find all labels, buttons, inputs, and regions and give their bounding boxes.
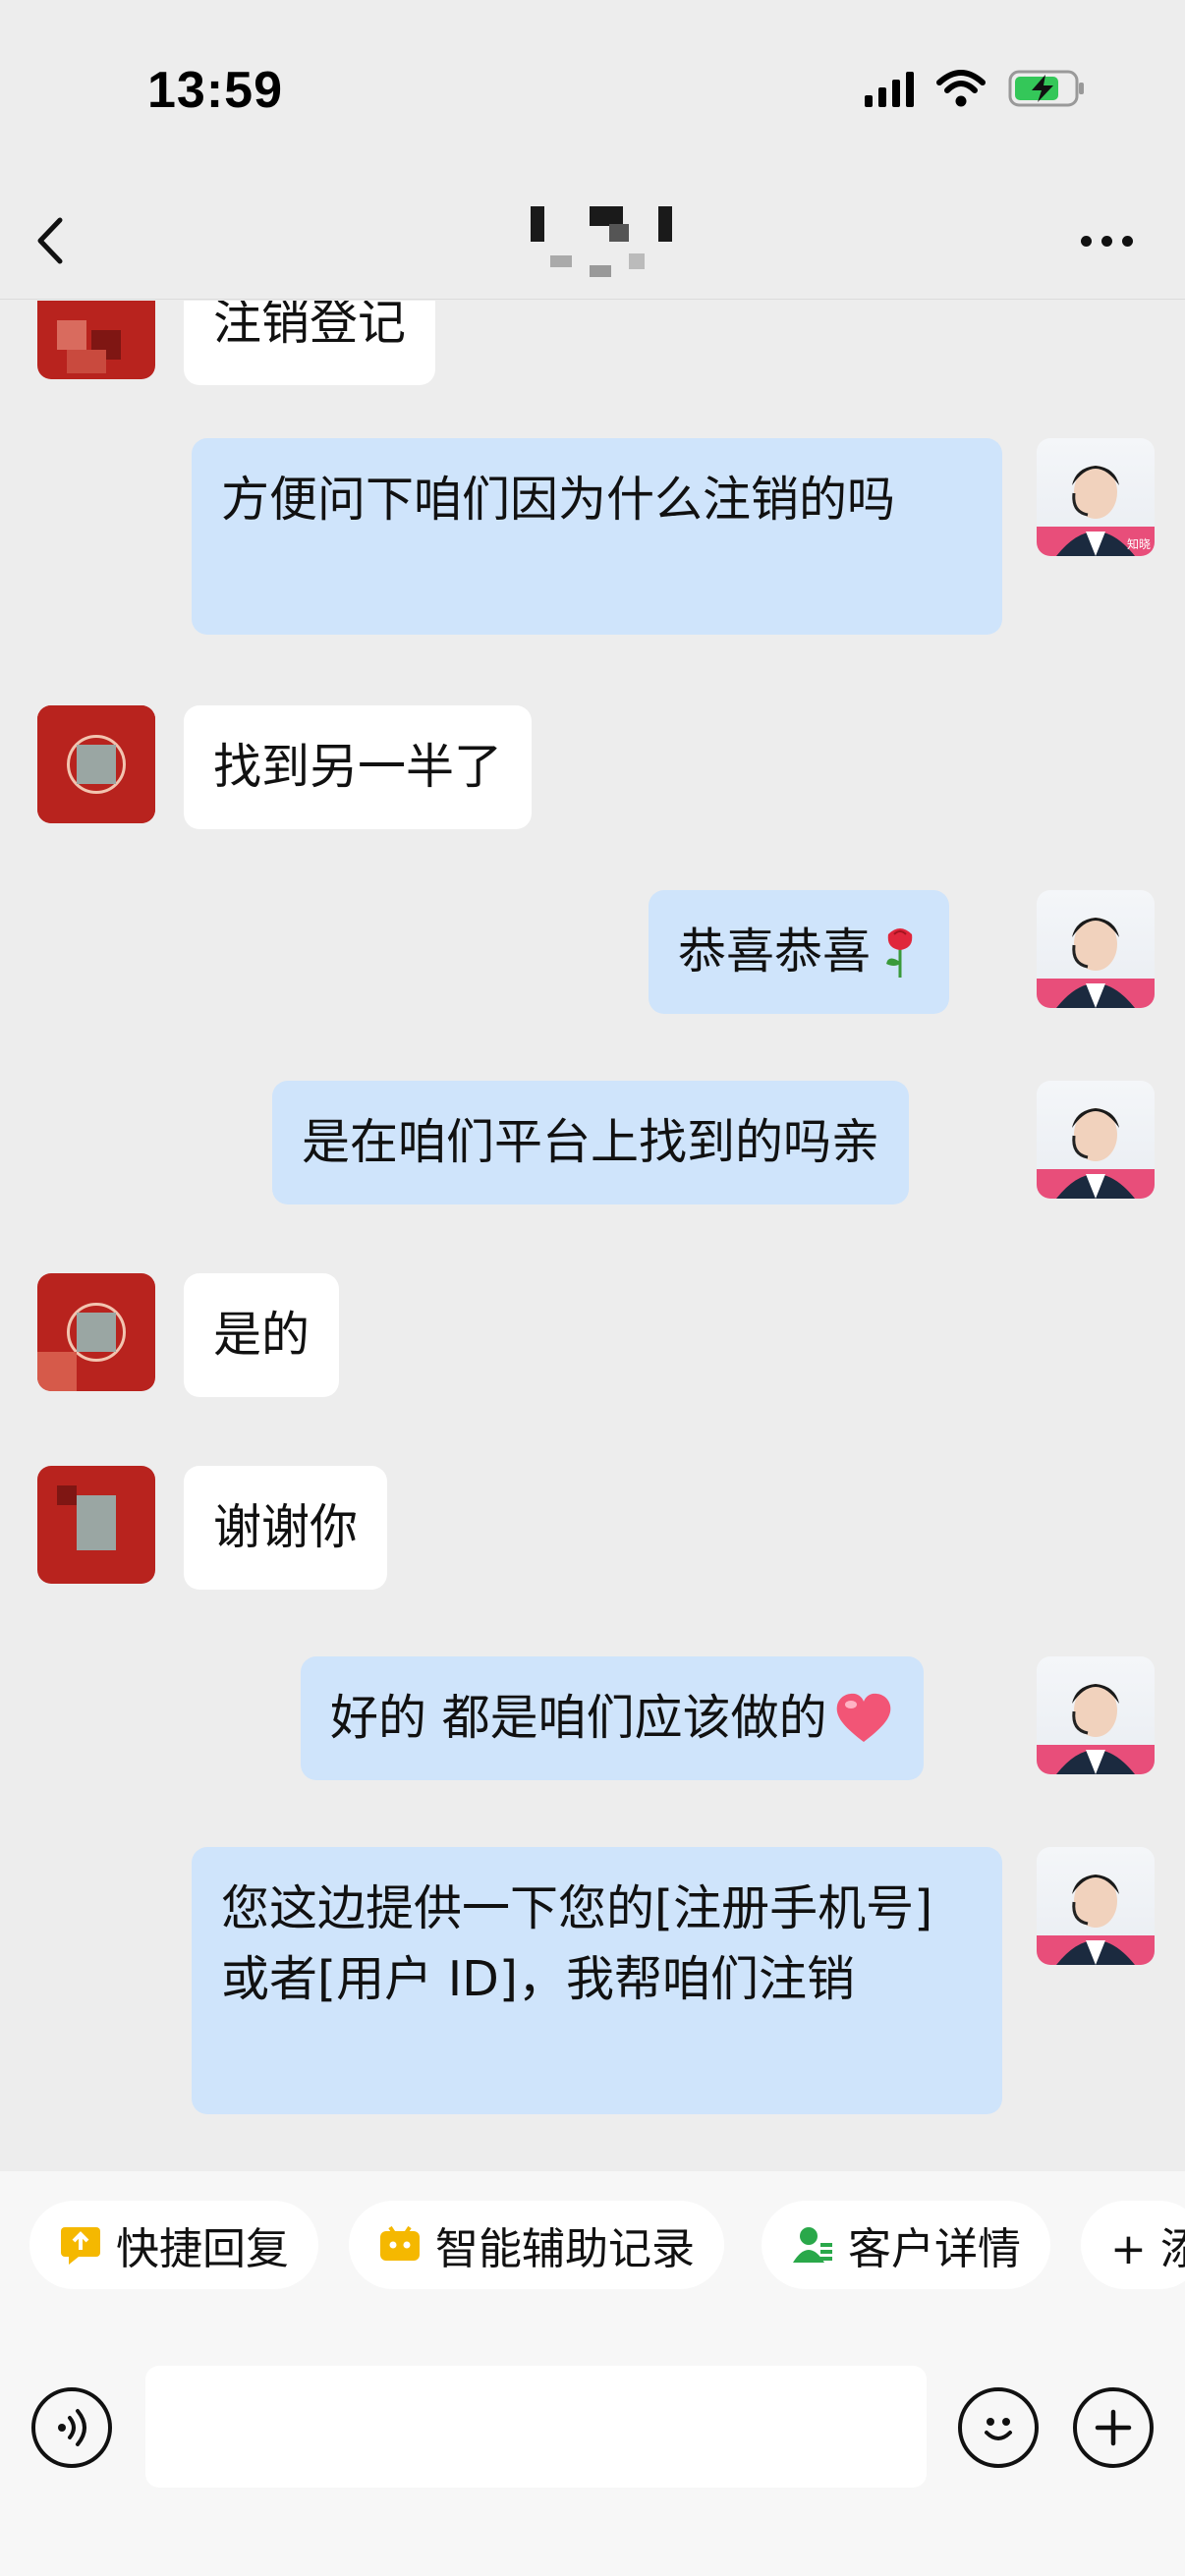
message-bubble-incoming[interactable]: 谢谢你 — [184, 1466, 388, 1590]
battery-charging-icon — [1008, 69, 1087, 108]
emoji-button[interactable] — [958, 2387, 1039, 2468]
plus-icon — [1095, 2409, 1132, 2446]
status-time: 13:59 — [147, 62, 283, 119]
heart-icon — [836, 1693, 890, 1742]
input-bar — [0, 2319, 1185, 2576]
agent-avatar[interactable] — [1037, 1656, 1155, 1774]
message-bubble-incoming[interactable]: 注销登记 — [184, 301, 436, 385]
back-button[interactable] — [20, 201, 79, 280]
status-icons — [865, 69, 1087, 108]
signal-icon — [865, 70, 914, 107]
emoji-icon — [985, 2418, 1012, 2440]
customer-avatar[interactable] — [37, 1273, 155, 1391]
assistant-record-button[interactable]: 智能辅助记录 — [349, 2201, 724, 2289]
message-text: 好的 都是咱们应该做的 — [330, 1690, 827, 1746]
quick-reply-button[interactable]: 快捷回复 — [29, 2201, 318, 2289]
customer-avatar[interactable] — [37, 705, 155, 823]
plus-button[interactable] — [1073, 2387, 1154, 2468]
chat-header — [0, 187, 1185, 300]
agent-avatar[interactable] — [1037, 1847, 1155, 1965]
status-bar: 13:59 — [0, 0, 1185, 187]
message-bubble-outgoing[interactable]: 方便问下咱们因为什么注销的吗 — [192, 438, 1002, 635]
chat-title-redacted — [511, 196, 698, 285]
more-button[interactable] — [1067, 216, 1146, 265]
message-input[interactable] — [145, 2366, 927, 2488]
customer-details-label: 客户详情 — [848, 2224, 1021, 2274]
message-bubble-outgoing[interactable]: 好的 都是咱们应该做的 — [301, 1656, 924, 1780]
message-bubble-outgoing[interactable]: 是在咱们平台上找到的吗亲 — [272, 1081, 910, 1204]
customer-avatar[interactable] — [37, 301, 155, 379]
message-bubble-outgoing[interactable]: 恭喜恭喜 — [649, 890, 950, 1014]
customer-avatar[interactable] — [37, 1466, 155, 1584]
assistant-record-label: 智能辅助记录 — [435, 2224, 695, 2274]
customer-details-button[interactable]: 客户详情 — [762, 2201, 1050, 2289]
agent-avatar[interactable]: 知晓 — [1037, 438, 1155, 556]
wifi-icon — [935, 69, 987, 108]
message-bubble-incoming[interactable]: 找到另一半了 — [184, 705, 533, 829]
quick-reply-label: 快捷回复 — [116, 2224, 289, 2274]
message-bubble-outgoing[interactable]: 您这边提供一下您的[注册手机号]或者[用户 ID]，我帮咱们注销 — [192, 1847, 1002, 2114]
assistant-icon — [378, 2223, 422, 2267]
voice-icon — [58, 2409, 86, 2446]
more-dots-icon — [1080, 235, 1092, 247]
chat-area[interactable]: 注销登记 知晓 方便问下咱们因为什么注销的吗 找到另一半了 恭喜恭喜 是在咱们平… — [0, 301, 1185, 2167]
message-text: 恭喜恭喜 — [678, 924, 872, 980]
rose-icon — [886, 928, 913, 978]
quick-actions-bar: 快捷回复 智能辅助记录 客户详情 + 添 — [0, 2171, 1185, 2319]
agent-avatar[interactable] — [1037, 890, 1155, 1008]
agent-avatar[interactable] — [1037, 1081, 1155, 1199]
svg-text:知晓: 知晓 — [1127, 537, 1151, 551]
quick-reply-icon — [59, 2223, 102, 2267]
chevron-left-icon — [37, 217, 63, 264]
customer-icon — [791, 2223, 834, 2267]
voice-button[interactable] — [31, 2387, 112, 2468]
message-bubble-incoming[interactable]: 是的 — [184, 1273, 340, 1397]
add-button-truncated[interactable]: + 添 — [1081, 2201, 1185, 2289]
